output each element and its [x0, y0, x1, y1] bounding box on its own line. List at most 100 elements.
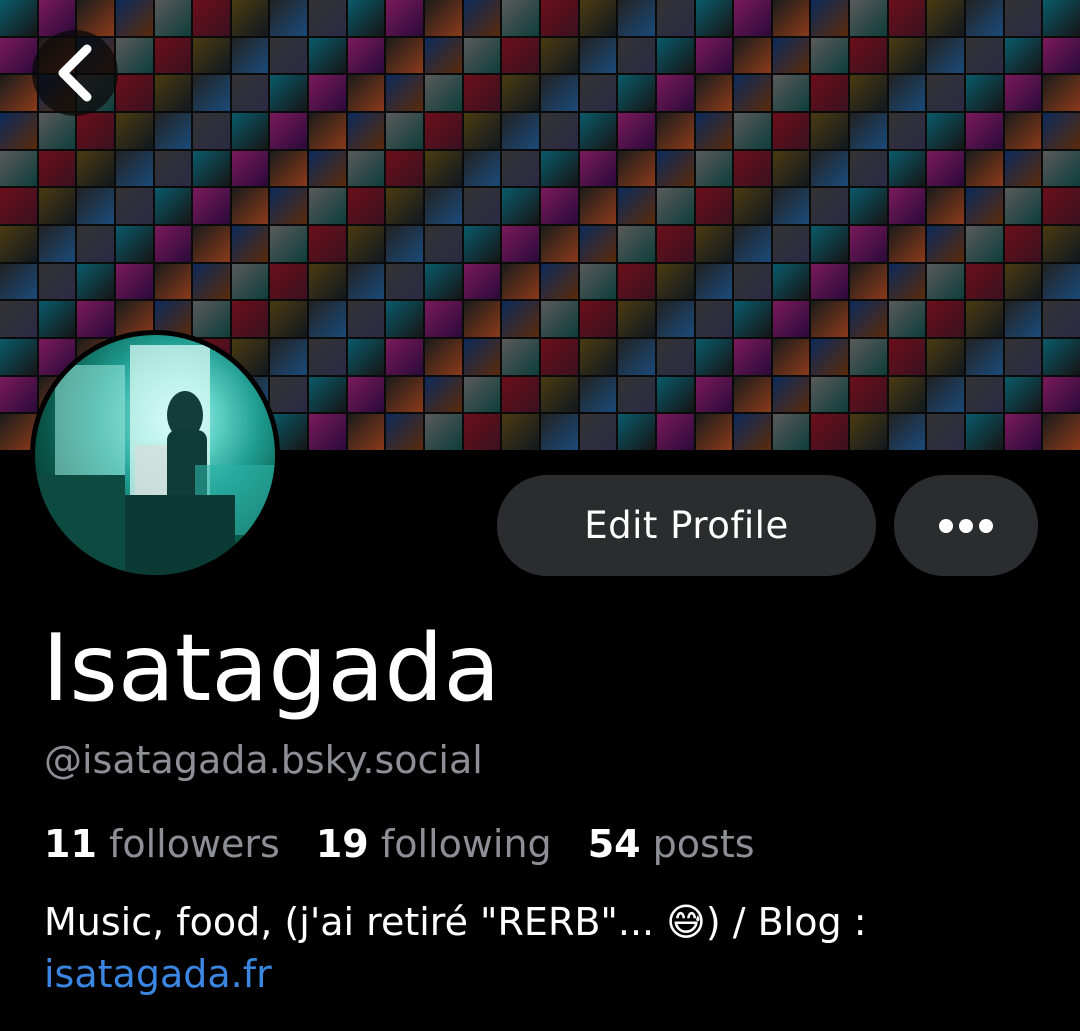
collage-tile	[811, 37, 849, 74]
collage-tile	[540, 75, 578, 111]
collage-tile	[656, 113, 694, 149]
more-options-button[interactable]	[894, 475, 1038, 576]
collage-tile	[927, 414, 965, 450]
collage-tile	[618, 188, 655, 224]
collage-tile	[1004, 339, 1042, 375]
collage-tile	[463, 301, 501, 337]
edit-profile-button[interactable]: Edit Profile	[497, 475, 876, 576]
collage-tile	[540, 113, 578, 149]
collage-tile	[425, 0, 462, 36]
bio-link[interactable]: isatagada.fr	[44, 952, 272, 996]
collage-tile	[193, 301, 230, 337]
collage-tile	[77, 150, 114, 187]
collage-tile	[347, 0, 385, 36]
collage-tile	[386, 263, 424, 300]
collage-tile	[309, 150, 346, 187]
collage-tile	[811, 339, 849, 375]
collage-tile	[695, 301, 733, 337]
collage-tile	[656, 226, 694, 262]
following-count: 19	[315, 822, 369, 866]
collage-tile	[888, 263, 926, 300]
collage-tile	[38, 113, 76, 149]
collage-tile	[540, 301, 578, 337]
collage-tile	[154, 37, 192, 74]
collage-tile	[656, 376, 694, 413]
collage-tile	[1043, 113, 1080, 149]
collage-tile	[966, 37, 1003, 74]
collage-tile	[193, 263, 230, 300]
collage-tile	[888, 75, 926, 111]
collage-tile	[386, 0, 424, 36]
following-stat[interactable]: 19 following	[316, 822, 552, 868]
collage-tile	[734, 113, 771, 149]
collage-tile	[425, 113, 462, 149]
collage-tile	[1004, 75, 1042, 111]
collage-tile	[888, 414, 926, 450]
collage-tile	[695, 376, 733, 413]
collage-tile	[579, 263, 617, 300]
collage-tile	[386, 339, 424, 375]
collage-tile	[38, 226, 76, 262]
posts-stat: 54 posts	[588, 822, 755, 868]
collage-tile	[579, 150, 617, 187]
collage-tile	[734, 188, 771, 224]
followers-label: followers	[108, 822, 280, 866]
collage-tile	[463, 188, 501, 224]
collage-tile	[77, 263, 114, 300]
collage-tile	[927, 301, 965, 337]
collage-tile	[966, 226, 1003, 262]
collage-tile	[193, 37, 230, 74]
collage-tile	[193, 226, 230, 262]
collage-tile	[656, 188, 694, 224]
collage-tile	[77, 301, 114, 337]
collage-tile	[425, 37, 462, 74]
collage-tile	[386, 188, 424, 224]
collage-tile	[463, 37, 501, 74]
collage-tile	[347, 376, 385, 413]
collage-tile	[966, 188, 1003, 224]
collage-tile	[772, 0, 810, 36]
collage-tile	[618, 414, 655, 450]
collage-tile	[618, 150, 655, 187]
collage-tile	[0, 188, 37, 224]
followers-count: 11	[44, 822, 97, 866]
collage-tile	[347, 339, 385, 375]
collage-tile	[579, 376, 617, 413]
collage-tile	[850, 414, 887, 450]
collage-tile	[386, 414, 424, 450]
avatar[interactable]	[30, 330, 280, 580]
collage-tile	[115, 150, 153, 187]
collage-tile	[579, 75, 617, 111]
collage-tile	[811, 263, 849, 300]
collage-tile	[502, 376, 539, 413]
collage-tile	[154, 226, 192, 262]
collage-tile	[579, 226, 617, 262]
collage-tile	[540, 188, 578, 224]
collage-tile	[1043, 150, 1080, 187]
collage-tile	[386, 226, 424, 262]
collage-tile	[347, 75, 385, 111]
collage-tile	[772, 339, 810, 375]
collage-tile	[850, 301, 887, 337]
collage-tile	[270, 339, 308, 375]
collage-tile	[502, 150, 539, 187]
collage-tile	[1043, 226, 1080, 262]
collage-tile	[309, 301, 346, 337]
back-button[interactable]	[32, 30, 118, 116]
collage-tile	[38, 263, 76, 300]
collage-tile	[115, 226, 153, 262]
collage-tile	[888, 37, 926, 74]
collage-tile	[425, 263, 462, 300]
collage-tile	[811, 414, 849, 450]
collage-tile	[1043, 37, 1080, 74]
collage-tile	[115, 0, 153, 36]
followers-stat[interactable]: 11 followers	[44, 822, 280, 868]
collage-tile	[734, 414, 771, 450]
collage-tile	[695, 263, 733, 300]
collage-tile	[347, 188, 385, 224]
collage-tile	[734, 301, 771, 337]
collage-tile	[966, 113, 1003, 149]
collage-tile	[115, 37, 153, 74]
collage-tile	[309, 0, 346, 36]
collage-tile	[270, 37, 308, 74]
